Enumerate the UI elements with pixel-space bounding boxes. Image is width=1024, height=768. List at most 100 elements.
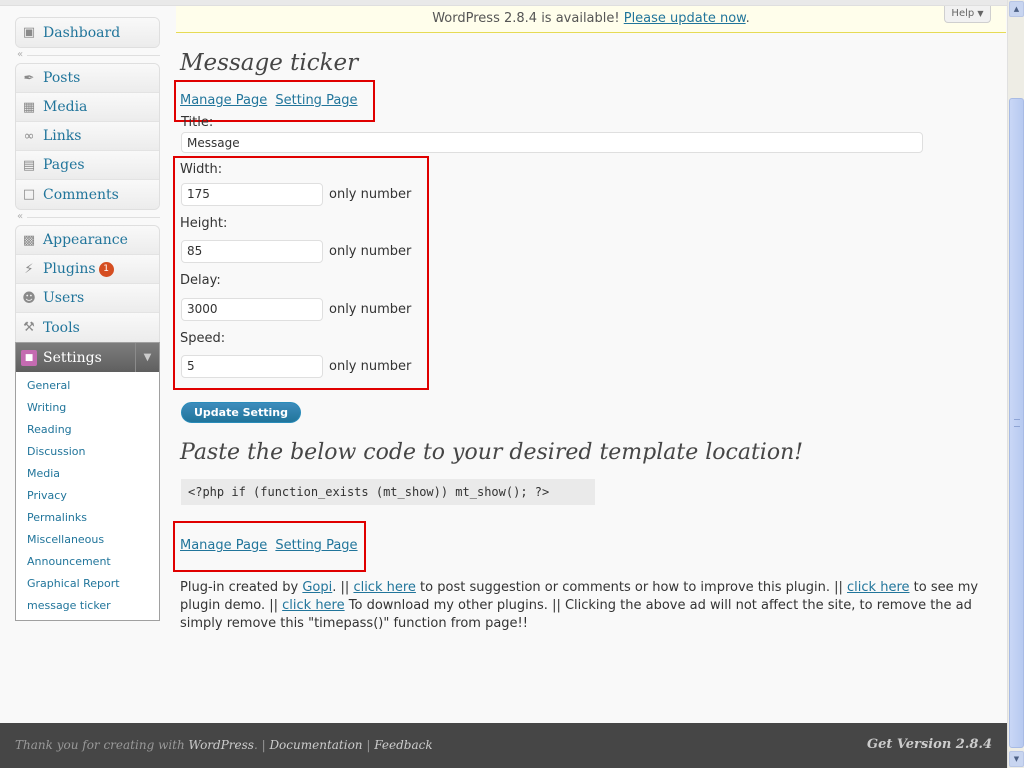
submenu-item-reading[interactable]: Reading [16,418,159,440]
delay-hint: only number [329,302,412,317]
menu-label-links: Links [43,128,82,144]
documentation-link[interactable]: Documentation [269,738,362,752]
menu-item-pages[interactable]: ▤ Pages [16,151,159,180]
tools-icon: ⚒ [23,320,35,335]
speed-hint: only number [329,359,412,374]
submenu-item-message-ticker[interactable]: message ticker [16,594,159,616]
menu-item-dashboard[interactable]: ▣ Dashboard [16,18,159,47]
wordpress-link[interactable]: WordPress [189,738,254,752]
submenu-item-graphical-report[interactable]: Graphical Report [16,572,159,594]
speed-label: Speed: [180,331,226,346]
scroll-up-icon[interactable]: ▲ [1009,1,1024,17]
delay-label: Delay: [180,273,221,288]
menu-label-posts: Posts [43,70,81,86]
height-input[interactable]: 85 [181,240,323,263]
settings-icon: ■ [21,349,37,366]
menu-label-tools: Tools [43,319,80,336]
menu-group-dashboard: ▣ Dashboard [15,17,160,48]
submenu-item-announcement[interactable]: Announcement [16,550,159,572]
submenu-item-writing[interactable]: Writing [16,396,159,418]
width-input[interactable]: 175 [181,183,323,206]
submenu-toggle-icon[interactable]: ▼ [135,343,159,372]
menu-label-dashboard: Dashboard [43,24,121,41]
plug-icon: ⚡ [24,261,34,277]
update-notice-suffix: . [745,11,750,26]
update-notice-text: WordPress 2.8.4 is available! [432,11,624,26]
manage-page-link[interactable]: Manage Page [180,538,267,553]
feedback-link[interactable]: Feedback [374,738,432,752]
menu-label-appearance: Appearance [43,232,128,248]
menu-item-settings[interactable]: ■ Settings ▼ [16,343,159,372]
footer-thanks: Thank you for creating with WordPress. |… [15,738,433,752]
submenu-item-permalinks[interactable]: Permalinks [16,506,159,528]
update-notice: WordPress 2.8.4 is available! Please upd… [176,6,1006,33]
menu-item-tools[interactable]: ⚒ Tools [16,313,159,342]
menu-group-content: ✒ Posts ▦ Media ∞ Links ▤ Pages □ Commen… [15,63,160,210]
menu-item-users[interactable]: ☻ Users [16,284,159,313]
collapse-arrows-icon: « [17,49,24,60]
scroll-down-icon[interactable]: ▼ [1009,751,1024,767]
help-tab[interactable]: Help ▼ [944,6,991,23]
chain-link-icon: ∞ [23,128,35,144]
submenu-item-media[interactable]: Media [16,462,159,484]
get-version-link[interactable]: Get Version 2.8.4 [867,737,992,752]
vertical-scrollbar[interactable]: ▲ ▼ [1007,0,1024,768]
speed-input[interactable]: 5 [181,355,323,378]
submenu-item-discussion[interactable]: Discussion [16,440,159,462]
credits-text: to post suggestion or comments or how to… [415,580,848,595]
suggestion-link[interactable]: click here [353,580,415,595]
menu-label-plugins: Plugins [43,261,96,277]
title-label: Title: [181,115,214,130]
setting-page-link[interactable]: Setting Page [275,538,357,553]
submenu-item-miscellaneous[interactable]: Miscellaneous [16,528,159,550]
collapse-arrows-icon: « [17,211,24,222]
chevron-down-icon: ▼ [977,9,984,18]
menu-label-media: Media [43,99,88,115]
menu-group-settings: ■ Settings ▼ General Writing Reading Dis… [15,342,160,621]
submenu-item-privacy[interactable]: Privacy [16,484,159,506]
menu-item-posts[interactable]: ✒ Posts [16,64,159,93]
height-hint: only number [329,244,412,259]
plugins-update-badge: 1 [98,261,114,277]
credits-text: Plug-in created by [180,580,303,595]
gopi-link[interactable]: Gopi [302,580,332,595]
title-input[interactable]: Message [181,132,923,153]
admin-footer: Thank you for creating with WordPress. |… [0,723,1007,768]
menu-label-settings: Settings [43,349,102,366]
menu-item-comments[interactable]: □ Comments [16,180,159,209]
menu-label-comments: Comments [43,186,119,203]
media-icon: ▦ [22,99,36,115]
update-now-link[interactable]: Please update now [624,11,746,26]
scrollbar-thumb[interactable] [1009,98,1024,748]
menu-separator[interactable]: « [15,48,160,63]
width-hint: only number [329,187,412,202]
code-heading: Paste the below code to your desired tem… [180,440,804,465]
width-label: Width: [180,162,223,177]
menu-item-media[interactable]: ▦ Media [16,93,159,122]
menu-item-appearance[interactable]: ▩ Appearance [16,226,159,255]
pin-icon: ✒ [23,70,35,86]
menu-item-links[interactable]: ∞ Links [16,122,159,151]
manage-page-link[interactable]: Manage Page [180,93,267,108]
menu-item-plugins[interactable]: ⚡ Plugins 1 [16,255,159,284]
code-snippet: <?php if (function_exists (mt_show)) mt_… [181,479,595,505]
demo-link[interactable]: click here [847,580,909,595]
page-links-top: Manage Page Setting Page [180,93,362,108]
download-link[interactable]: click here [282,598,344,613]
plugin-credits: Plug-in created by Gopi. || click here t… [180,579,990,633]
grip-icon [1014,419,1020,427]
page-links-bottom: Manage Page Setting Page [180,538,362,553]
setting-page-link[interactable]: Setting Page [275,93,357,108]
delay-input[interactable]: 3000 [181,298,323,321]
menu-label-pages: Pages [43,157,85,173]
footer-sep: | [362,738,375,752]
help-label: Help [951,8,975,19]
menu-group-admin: ▩ Appearance ⚡ Plugins 1 ☻ Users ⚒ Tools [15,225,160,342]
update-setting-button[interactable]: Update Setting [181,402,301,423]
page-title: Message ticker [180,50,359,76]
footer-thanks-text: Thank you for creating with [15,738,189,752]
users-icon: ☻ [22,290,36,306]
menu-separator[interactable]: « [15,210,160,225]
submenu-item-general[interactable]: General [16,374,159,396]
speech-bubble-icon: □ [22,187,36,202]
